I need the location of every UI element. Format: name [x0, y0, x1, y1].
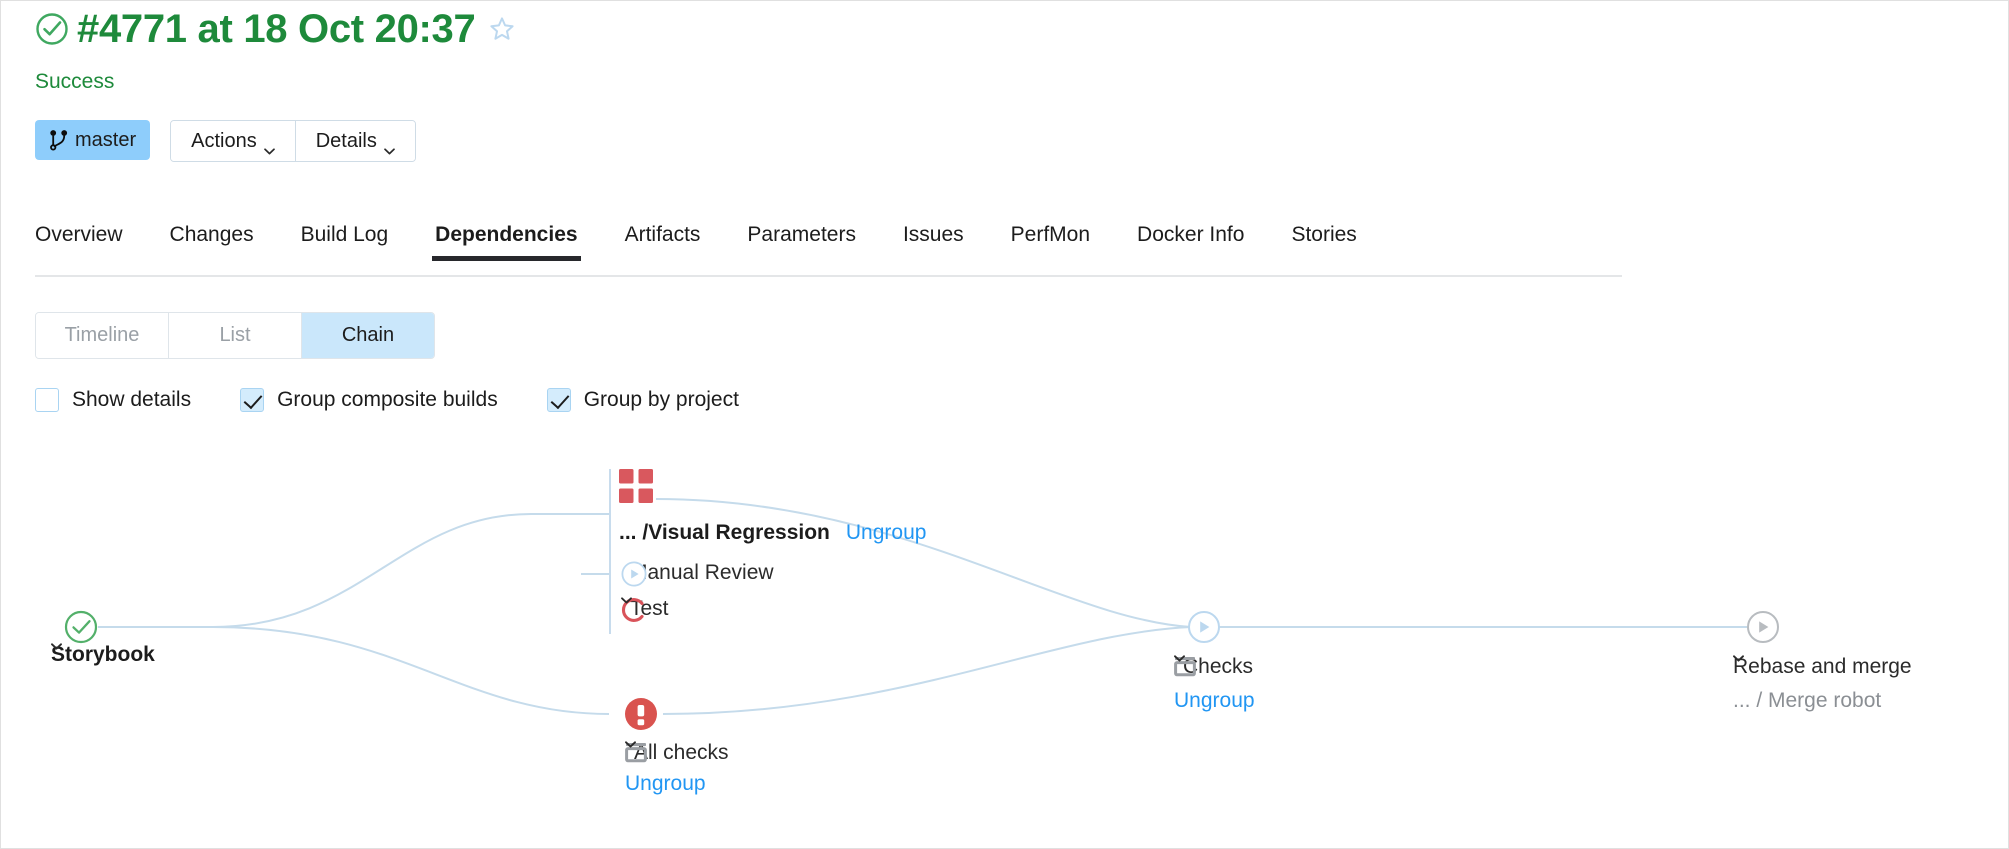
tab-underline: [35, 275, 1622, 277]
option-group-composite-builds[interactable]: Group composite builds: [240, 388, 498, 412]
rebase-status-icon: [1748, 612, 1778, 642]
branch-button[interactable]: master: [35, 120, 150, 160]
view-mode-switcher: Timeline List Chain: [35, 312, 435, 359]
all-checks-ungroup-link[interactable]: Ungroup: [625, 772, 706, 796]
chevron-down-icon: [384, 138, 395, 145]
action-button-row: master Actions Details: [35, 120, 416, 162]
star-icon[interactable]: [489, 16, 515, 42]
group-composite-builds-label: Group composite builds: [277, 388, 498, 412]
visual-regression-name[interactable]: Visual Regression: [648, 521, 830, 545]
show-details-label: Show details: [72, 388, 191, 412]
tab-docker-info[interactable]: Docker Info: [1137, 223, 1244, 261]
tab-build-log[interactable]: Build Log: [301, 223, 389, 261]
git-branch-icon: [49, 129, 69, 151]
tab-artifacts[interactable]: Artifacts: [625, 223, 701, 261]
details-button[interactable]: Details: [295, 121, 415, 161]
child-manual-review[interactable]: Manual Review: [621, 561, 774, 585]
storybook-label: Storybook: [51, 643, 155, 667]
tab-dependencies[interactable]: Dependencies: [435, 223, 577, 261]
graph-node-markers: [1, 441, 2008, 848]
view-mode-timeline[interactable]: Timeline: [36, 313, 168, 358]
tab-list: Overview Changes Build Log Dependencies …: [35, 223, 1622, 261]
all-checks-label: All checks: [634, 741, 729, 765]
checks-status-icon: [1189, 612, 1219, 642]
storybook-status-icon: [66, 612, 96, 642]
view-mode-chain[interactable]: Chain: [301, 313, 434, 358]
chevron-down-icon: [264, 138, 275, 145]
chevron-down-icon[interactable]: [678, 606, 689, 613]
tab-changes[interactable]: Changes: [170, 223, 254, 261]
menu-button-group: Actions Details: [170, 120, 416, 162]
chevron-down-icon[interactable]: [738, 750, 749, 757]
group-by-project-label: Group by project: [584, 388, 739, 412]
details-label: Details: [316, 130, 377, 153]
checks-ungroup-link[interactable]: Ungroup: [1174, 689, 1255, 713]
visual-regression-ungroup-link[interactable]: Ungroup: [846, 521, 927, 545]
tab-perfmon[interactable]: PerfMon: [1011, 223, 1090, 261]
tab-overview[interactable]: Overview: [35, 223, 123, 261]
tab-bar: Overview Changes Build Log Dependencies …: [35, 223, 1622, 261]
tab-parameters[interactable]: Parameters: [747, 223, 856, 261]
rebase-sublabel: ... / Merge robot: [1733, 689, 1881, 713]
child-test[interactable]: Test: [621, 597, 689, 621]
view-mode-list[interactable]: List: [168, 313, 301, 358]
all-checks-label-row[interactable]: All checks: [625, 741, 749, 765]
chevron-down-icon[interactable]: [162, 652, 173, 659]
build-chain-page: #4771 at 18 Oct 20:37 Success master: [1, 1, 2008, 848]
chevron-down-icon[interactable]: [1919, 664, 1930, 671]
group-by-project-checkbox[interactable]: [547, 388, 571, 412]
rebase-label-row[interactable]: Rebase and merge: [1733, 655, 1930, 679]
actions-label: Actions: [191, 130, 257, 153]
build-status-text: Success: [35, 70, 114, 94]
options-row: Show details Group composite builds Grou…: [35, 388, 788, 412]
page-header: #4771 at 18 Oct 20:37: [35, 7, 515, 51]
checks-label-row[interactable]: Checks: [1174, 655, 1273, 679]
success-check-icon: [35, 12, 69, 46]
option-show-details[interactable]: Show details: [35, 388, 191, 412]
visual-regression-title-row: ... / Visual Regression Ungroup: [619, 521, 926, 545]
chevron-down-icon[interactable]: [1262, 664, 1273, 671]
group-composite-builds-checkbox[interactable]: [240, 388, 264, 412]
manual-review-label: Manual Review: [630, 561, 774, 585]
all-checks-status-icon: [625, 698, 657, 730]
storybook-label-row[interactable]: Storybook: [51, 643, 173, 667]
branch-label: master: [75, 129, 136, 152]
group-bracket: [609, 469, 611, 634]
visual-regression-path-prefix: ... /: [619, 521, 648, 545]
tab-issues[interactable]: Issues: [903, 223, 964, 261]
actions-button[interactable]: Actions: [171, 121, 295, 161]
build-chain-graph: Storybook ... / Visual Regression Ungro: [1, 441, 2008, 848]
option-group-by-project[interactable]: Group by project: [547, 388, 739, 412]
show-details-checkbox[interactable]: [35, 388, 59, 412]
tab-stories[interactable]: Stories: [1291, 223, 1356, 261]
rebase-label: Rebase and merge: [1733, 655, 1912, 679]
page-title: #4771 at 18 Oct 20:37: [77, 7, 475, 51]
